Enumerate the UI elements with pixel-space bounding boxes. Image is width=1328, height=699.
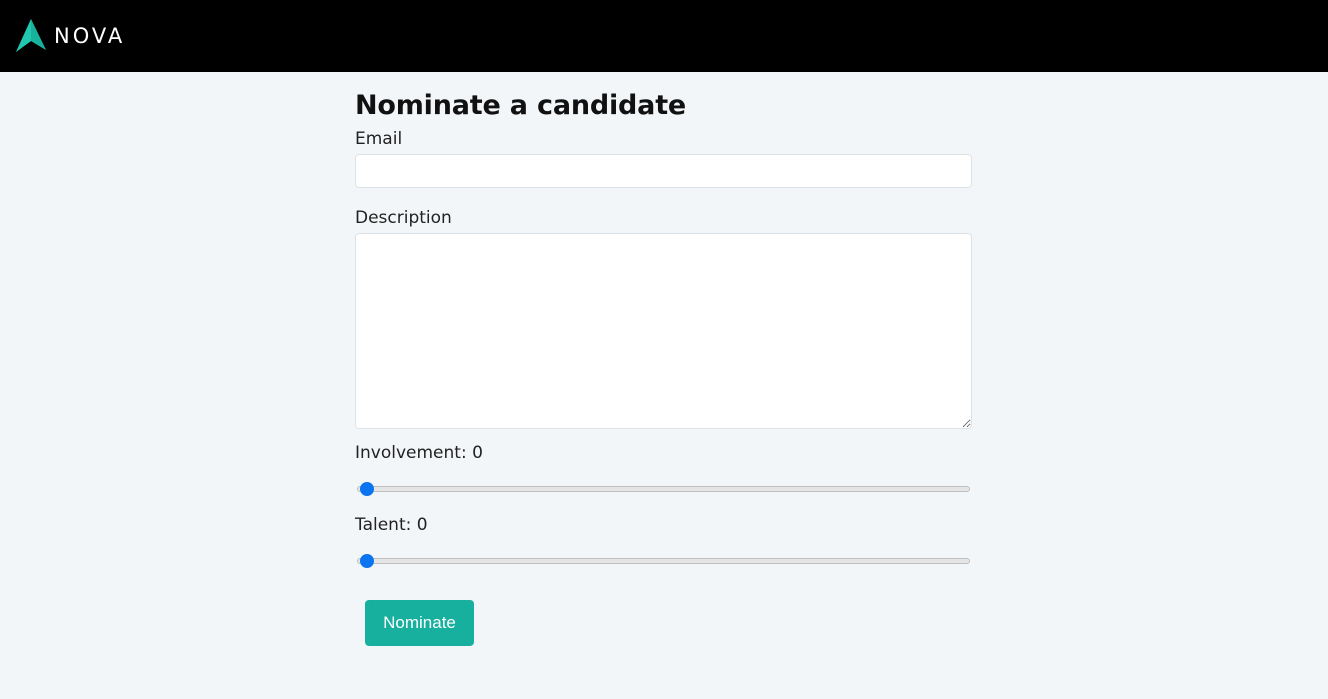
involvement-label-text: Involvement:	[355, 443, 473, 463]
brand-logo-link[interactable]: NOVA	[16, 18, 125, 52]
nova-logo-icon	[16, 18, 46, 52]
nominate-form: Nominate a candidate Email Description I…	[355, 86, 972, 646]
email-label: Email	[355, 129, 403, 149]
talent-label: Talent: 0	[355, 513, 972, 537]
page-title: Nominate a candidate	[355, 90, 687, 121]
description-textarea[interactable]	[355, 233, 972, 429]
involvement-slider[interactable]	[357, 480, 970, 498]
email-field[interactable]	[355, 154, 972, 188]
nominate-button[interactable]: Nominate	[365, 600, 474, 646]
talent-slider-thumb[interactable]	[360, 554, 374, 568]
talent-value: 0	[416, 515, 428, 535]
description-label: Description	[355, 208, 452, 228]
involvement-label: Involvement: 0	[355, 441, 972, 465]
involvement-value: 0	[472, 443, 483, 463]
brand-name: NOVA	[54, 24, 126, 48]
involvement-slider-thumb[interactable]	[360, 482, 374, 496]
involvement-slider-track	[357, 486, 970, 492]
top-navbar: NOVA	[0, 0, 1328, 72]
talent-slider[interactable]	[357, 552, 970, 570]
talent-label-text: Talent:	[355, 515, 417, 535]
talent-slider-track	[357, 558, 970, 564]
